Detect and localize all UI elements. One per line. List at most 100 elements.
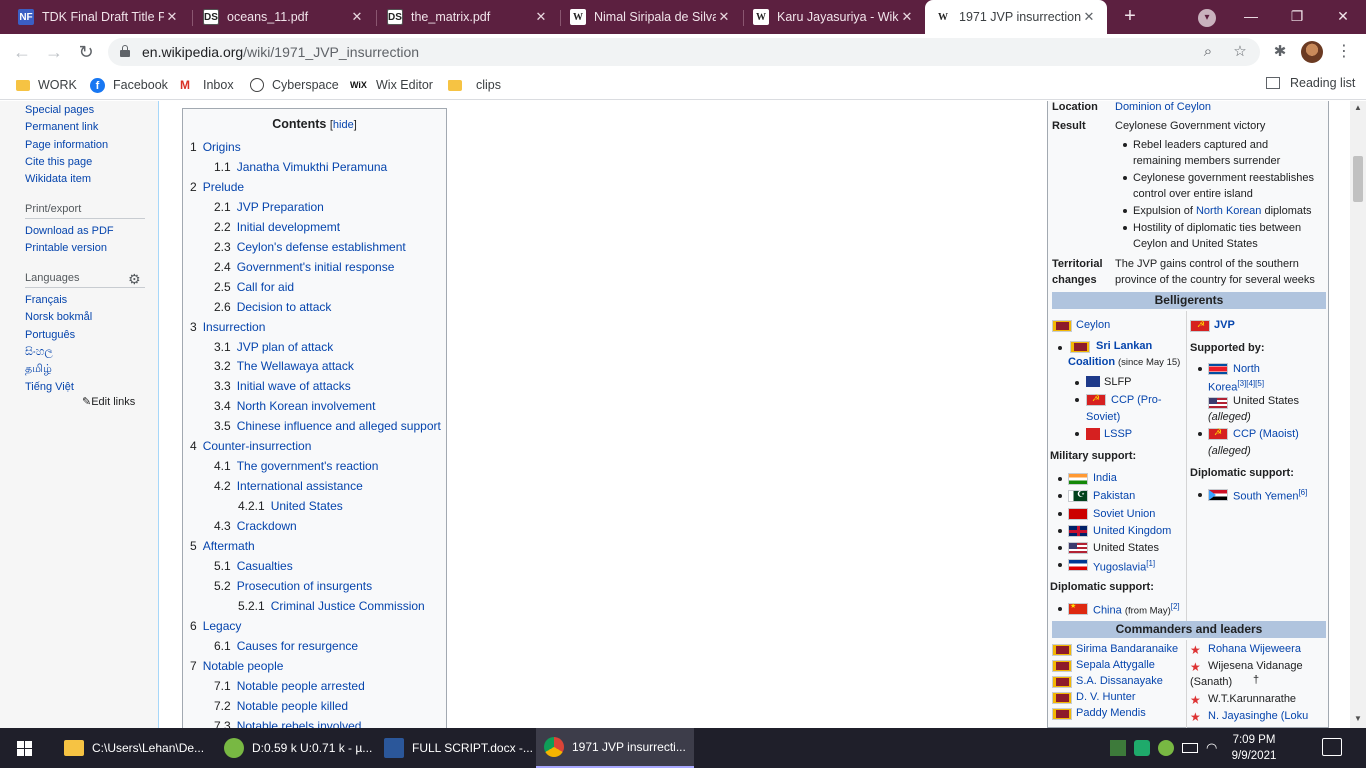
language-link-francais[interactable]: Français	[25, 294, 67, 306]
bookmark-cyberspace[interactable]: Cyberspace	[250, 76, 339, 94]
toc-item[interactable]: 7 Notable people	[190, 659, 283, 673]
toc-item-label[interactable]: Prosecution of insurgents	[237, 579, 372, 593]
taskbar-item-word[interactable]: FULL SCRIPT.docx -...	[376, 728, 536, 768]
tab-5-active[interactable]: W 1971 JVP insurrection ✕	[925, 0, 1107, 34]
restore-icon[interactable]: ❐	[1274, 0, 1320, 34]
tray-app-icon[interactable]	[1110, 740, 1126, 756]
toc-item-label[interactable]: Causes for resurgence	[237, 639, 358, 653]
north-korea-link-line1[interactable]: North	[1233, 363, 1260, 375]
gear-icon[interactable]: ⚙	[128, 271, 141, 288]
tab-1[interactable]: DS oceans_11.pdf ✕	[193, 0, 375, 34]
toc-item-label[interactable]: Call for aid	[237, 280, 294, 294]
military-india-link[interactable]: India	[1093, 472, 1117, 484]
commander-left[interactable]: Sepala Attygalle	[1076, 659, 1155, 671]
toc-item[interactable]: 4.3 Crackdown	[214, 519, 297, 533]
lock-icon[interactable]	[120, 45, 130, 57]
profile-avatar[interactable]	[1301, 41, 1323, 63]
toc-item[interactable]: 5.2 Prosecution of insurgents	[214, 579, 372, 593]
toc-item[interactable]: 2.2 Initial developmemt	[214, 220, 340, 234]
sidebar-link-printable-version[interactable]: Printable version	[25, 242, 107, 254]
sidebar-link-page-information[interactable]: Page information	[25, 139, 108, 151]
wifi-icon[interactable]: ◠	[1206, 740, 1222, 756]
close-icon[interactable]: ✕	[1081, 9, 1097, 25]
commander-right-4[interactable]: N. Jayasinghe (Loku	[1208, 710, 1308, 722]
military-yugoslavia-link[interactable]: Yugoslavia[1]	[1093, 559, 1155, 574]
scroll-thumb[interactable]	[1353, 156, 1363, 202]
close-icon[interactable]: ✕	[533, 9, 549, 25]
commander-left[interactable]: Paddy Mendis	[1076, 707, 1146, 719]
commander-left[interactable]: Sirima Bandaranaike	[1076, 643, 1178, 655]
taskbar-item-utorrent[interactable]: D:0.59 k U:0.71 k - µ...	[216, 728, 376, 768]
toc-item-label[interactable]: Government's initial response	[237, 260, 395, 274]
toc-item-label[interactable]: Chinese influence and alleged support	[237, 419, 441, 433]
scroll-down-arrow-icon[interactable]: ▼	[1353, 714, 1363, 723]
toc-item-label[interactable]: Counter-insurrection	[203, 439, 312, 453]
toc-item[interactable]: 2.1 JVP Preparation	[214, 200, 324, 214]
north-korean-link[interactable]: North Korean	[1196, 205, 1261, 217]
language-link-tamil[interactable]: தமிழ்	[25, 363, 52, 377]
toc-item-label[interactable]: JVP plan of attack	[237, 340, 334, 354]
toc-item[interactable]: 2.4 Government's initial response	[214, 260, 394, 274]
forward-arrow-icon[interactable]: →	[42, 40, 66, 64]
coalition-link-line2[interactable]: Coalition	[1068, 356, 1115, 368]
windows-start-button[interactable]	[0, 728, 48, 768]
north-korea-link-line2[interactable]: Korea[3][4][5]	[1208, 379, 1264, 394]
toc-item-label[interactable]: JVP Preparation	[237, 200, 324, 214]
toc-item[interactable]: 2.6 Decision to attack	[214, 300, 331, 314]
toc-item-label[interactable]: Initial developmemt	[237, 220, 340, 234]
yugoslavia-ref[interactable]: [1]	[1146, 559, 1155, 568]
bookmark-inbox[interactable]: M Inbox	[180, 76, 234, 94]
toc-item[interactable]: 5.1 Casualties	[214, 559, 293, 573]
toc-item-label[interactable]: Criminal Justice Commission	[271, 599, 425, 613]
toc-item[interactable]: 3.3 Initial wave of attacks	[214, 379, 351, 393]
tab-0[interactable]: NF TDK Final Draft Title Pa ✕	[8, 0, 190, 34]
toc-item-label[interactable]: Notable people arrested	[237, 679, 365, 693]
new-tab-button[interactable]: +	[1118, 5, 1142, 29]
toc-hide-link[interactable]: hide	[333, 119, 354, 131]
toc-item[interactable]: 2.3 Ceylon's defense establishment	[214, 240, 406, 254]
bookmark-facebook[interactable]: f Facebook	[90, 76, 168, 94]
toc-hide-toggle[interactable]: [hide]	[330, 119, 357, 131]
close-icon[interactable]: ✕	[899, 9, 915, 25]
tab-3[interactable]: W Nimal Siripala de Silva ✕	[560, 0, 742, 34]
language-link-portugues[interactable]: Português	[25, 329, 75, 341]
toc-item[interactable]: 1 Origins	[190, 140, 241, 154]
toc-item-label[interactable]: The Wellawaya attack	[237, 359, 354, 373]
toc-item-label[interactable]: Aftermath	[203, 539, 255, 553]
toc-item[interactable]: 4.2 International assistance	[214, 479, 363, 493]
toc-item[interactable]: 4 Counter-insurrection	[190, 439, 311, 453]
toc-item-label[interactable]: International assistance	[237, 479, 363, 493]
window-close-icon[interactable]: ✕	[1320, 0, 1366, 34]
language-link-norsk[interactable]: Norsk bokmål	[25, 311, 92, 323]
toc-item[interactable]: 7.2 Notable people killed	[214, 699, 348, 713]
bookmark-star-icon[interactable]: ☆	[1230, 42, 1250, 62]
toc-item-label[interactable]: Legacy	[203, 619, 242, 633]
minimize-icon[interactable]: —	[1228, 0, 1274, 34]
tab-4[interactable]: W Karu Jayasuriya - Wikip ✕	[743, 0, 925, 34]
south-yemen-link[interactable]: South Yemen[6]	[1233, 488, 1307, 503]
north-korea-link-text[interactable]: Korea	[1208, 382, 1237, 394]
bookmark-clips[interactable]: clips	[448, 76, 501, 94]
military-soviet-union-link[interactable]: Soviet Union	[1093, 508, 1155, 520]
language-link-vietnamese[interactable]: Tiếng Việt	[25, 381, 74, 393]
commander-right-1[interactable]: Rohana Wijeweera	[1208, 643, 1301, 655]
china-link[interactable]: China (from May)[2]	[1093, 602, 1180, 617]
yugoslavia-link-text[interactable]: Yugoslavia	[1093, 562, 1146, 574]
ccp-pro-soviet-link-line1[interactable]: CCP (Pro-	[1111, 394, 1162, 406]
reading-list-button[interactable]: Reading list	[1266, 76, 1355, 90]
tray-shield-icon[interactable]	[1134, 740, 1150, 756]
commander-left[interactable]: D. V. Hunter	[1076, 691, 1136, 703]
china-ref[interactable]: [2]	[1171, 602, 1180, 611]
toc-item[interactable]: 3.2 The Wellawaya attack	[214, 359, 354, 373]
edit-links-button[interactable]: ✎Edit links	[82, 395, 135, 408]
sidebar-link-permanent-link[interactable]: Permanent link	[25, 121, 98, 133]
close-icon[interactable]: ✕	[349, 9, 365, 25]
bookmark-wix-editor[interactable]: WiX Wix Editor	[350, 76, 433, 94]
scroll-up-arrow-icon[interactable]: ▲	[1353, 103, 1363, 112]
tray-utorrent-icon[interactable]	[1158, 740, 1174, 756]
sidebar-link-cite-this-page[interactable]: Cite this page	[25, 156, 92, 168]
toc-item-label[interactable]: Insurrection	[203, 320, 266, 334]
toc-item[interactable]: 3.5 Chinese influence and alleged support	[214, 419, 441, 433]
sidebar-link-special-pages[interactable]: Special pages	[25, 104, 94, 116]
toc-item-label[interactable]: Casualties	[237, 559, 293, 573]
